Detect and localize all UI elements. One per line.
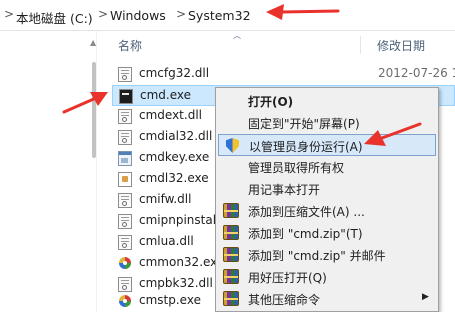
- menu-item-label: 添加到压缩文件(A) ...: [248, 205, 365, 219]
- dll-file-icon: [118, 130, 132, 145]
- address-bar[interactable]: > 本地磁盘 (C:) > Windows > System32: [0, 0, 455, 31]
- menu-item-add-to-zip-and-email[interactable]: 添加到 "cmd.zip" 并邮件: [218, 244, 436, 266]
- column-divider[interactable]: [360, 36, 361, 54]
- dll-file-icon: [118, 109, 132, 124]
- sort-ascending-icon: ︿: [233, 31, 241, 40]
- file-name: cmpbk32.dll: [139, 276, 213, 290]
- dll-file-icon: [118, 277, 132, 292]
- system-app-icon: [118, 172, 132, 187]
- file-name: cmd.exe: [140, 88, 192, 102]
- menu-item-label: 管理员取得所有权: [248, 161, 345, 175]
- breadcrumb-separator: >: [176, 7, 187, 21]
- file-name: cmdkey.exe: [139, 150, 210, 164]
- menu-item-other-compress-commands[interactable]: 其他压缩命令 ▶: [218, 288, 436, 310]
- submenu-arrow-icon: ▶: [422, 292, 429, 302]
- file-name: cmifw.dll: [139, 192, 192, 206]
- dll-file-icon: [118, 193, 132, 208]
- menu-item-label: 以管理员身份运行(A): [249, 140, 363, 154]
- winrar-icon: [223, 291, 239, 306]
- annotation-arrow-icon: [266, 4, 340, 20]
- menu-item-label: 其他压缩命令: [248, 293, 321, 307]
- menu-item-label: 用记事本打开: [248, 183, 321, 197]
- file-name: cmdl32.exe: [139, 171, 209, 185]
- dll-file-icon: [118, 235, 132, 250]
- breadcrumb-windows[interactable]: Windows: [110, 8, 166, 23]
- column-header-modified[interactable]: 修改日期: [377, 37, 425, 54]
- file-date: 2012-07-26 1: [378, 66, 455, 80]
- menu-item-open[interactable]: 打开(O): [218, 90, 436, 112]
- menu-item-open-with-notepad[interactable]: 用记事本打开: [218, 178, 436, 200]
- uac-shield-icon: [226, 138, 239, 153]
- file-name: cmcfg32.dll: [139, 66, 210, 80]
- file-name: cmdial32.dll: [139, 129, 213, 143]
- breadcrumb-drive-c[interactable]: 本地磁盘 (C:): [16, 8, 93, 27]
- dll-file-icon: [118, 214, 132, 229]
- app-window-icon: [118, 151, 132, 166]
- colorful-gear-icon: [118, 256, 132, 271]
- file-name: cmlua.dll: [139, 234, 194, 248]
- menu-item-label: 用好压打开(Q): [248, 271, 327, 285]
- breadcrumb-separator: >: [98, 7, 109, 21]
- colorful-gear-icon: [118, 294, 132, 309]
- file-row-cmcfg32[interactable]: cmcfg32.dll 2012-07-26 1: [112, 64, 455, 85]
- annotation-arrow-icon: [364, 122, 422, 146]
- breadcrumb-separator: >: [4, 7, 15, 21]
- dll-file-icon: [118, 67, 132, 82]
- file-name: cmmon32.exe: [139, 255, 225, 269]
- menu-item-label: 添加到 "cmd.zip" 并邮件: [248, 249, 386, 263]
- menu-item-add-to-cmd-zip[interactable]: 添加到 "cmd.zip"(T): [218, 222, 436, 244]
- menu-item-add-to-archive[interactable]: 添加到压缩文件(A) ...: [218, 200, 436, 222]
- scroll-up-arrow-icon[interactable]: ▲: [90, 38, 96, 47]
- menu-item-label: 固定到"开始"屏幕(P): [248, 117, 360, 131]
- menu-item-open-with-haozip[interactable]: 用好压打开(Q): [218, 266, 436, 288]
- file-name: cmdext.dll: [139, 108, 202, 122]
- menu-item-take-ownership[interactable]: 管理员取得所有权: [218, 156, 436, 178]
- menu-item-label: 打开(O): [248, 95, 294, 109]
- file-name: cmstp.exe: [139, 293, 201, 307]
- winrar-icon: [223, 225, 239, 240]
- console-app-icon: [119, 89, 133, 104]
- breadcrumb-system32[interactable]: System32: [188, 8, 251, 23]
- file-name: cmipnpinstall: [139, 213, 220, 227]
- column-header-name[interactable]: 名称: [118, 37, 142, 54]
- winrar-icon: [223, 203, 239, 218]
- winrar-icon: [223, 269, 239, 284]
- annotation-arrow-icon: [62, 92, 108, 114]
- winrar-icon: [223, 247, 239, 262]
- menu-item-label: 添加到 "cmd.zip"(T): [248, 227, 363, 241]
- navigation-pane[interactable]: [0, 31, 97, 312]
